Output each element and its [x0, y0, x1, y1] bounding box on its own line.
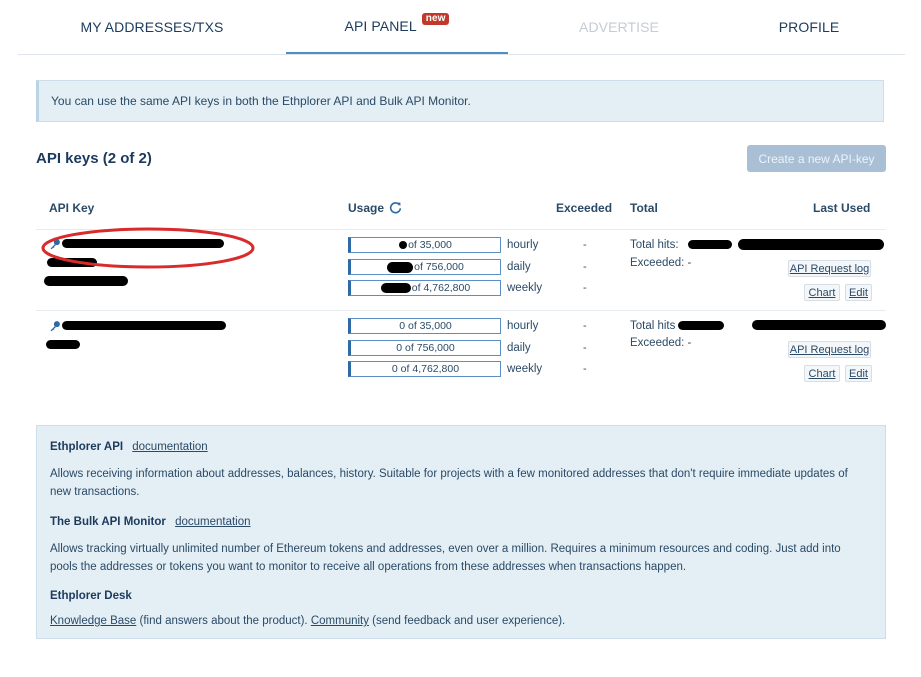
- community-text: (send feedback and user experience).: [368, 615, 566, 627]
- redacted-key: [44, 276, 128, 286]
- col-header-usage-label: Usage: [348, 201, 385, 215]
- redacted-total: [688, 240, 732, 249]
- tab-label: MY ADDRESSES/TXS: [80, 18, 224, 35]
- total-exceeded: Exceeded: -: [630, 337, 692, 349]
- exceeded-value: -: [583, 261, 587, 273]
- period-label: daily: [507, 342, 531, 354]
- new-badge: new: [421, 13, 450, 25]
- usage-hourly: 0 of 35,000: [348, 318, 501, 334]
- col-header-usage: Usage: [348, 201, 402, 215]
- exceeded-value: -: [583, 239, 587, 251]
- redacted-key: [46, 340, 80, 349]
- usage-daily: 0 of 756,000: [348, 340, 501, 356]
- api-request-log-button[interactable]: API Request log: [788, 260, 871, 277]
- bulk-api-title: The Bulk API Monitor documentation: [50, 516, 251, 528]
- highlight-ring: [41, 227, 255, 269]
- period-label: hourly: [507, 320, 539, 332]
- usage-weekly: 0 of 4,762,800: [348, 361, 501, 377]
- tab-advertise[interactable]: ADVERTISE: [508, 0, 730, 53]
- divider: [36, 310, 886, 311]
- refresh-icon[interactable]: [389, 201, 402, 214]
- ethplorer-api-title: Ethplorer API documentation: [50, 441, 208, 453]
- redacted-value: [380, 283, 411, 293]
- bulk-api-doc-link[interactable]: documentation: [175, 516, 250, 528]
- ethplorer-desk-links: Knowledge Base (find answers about the p…: [50, 612, 870, 630]
- edit-button[interactable]: Edit: [845, 284, 872, 301]
- bulk-api-description: Allows tracking virtually unlimited numb…: [50, 543, 841, 573]
- ethplorer-desk-title: Ethplorer Desk: [50, 590, 132, 602]
- tab-api-panel[interactable]: API PANEL new: [286, 0, 508, 54]
- period-label: hourly: [507, 239, 539, 251]
- knowledge-base-link[interactable]: Knowledge Base: [50, 615, 136, 627]
- ethplorer-api-description: Allows receiving information about addre…: [50, 468, 848, 498]
- period-label: weekly: [507, 363, 543, 375]
- period-label: daily: [507, 261, 531, 273]
- total-exceeded: Exceeded: -: [630, 257, 692, 269]
- col-header-exceeded: Exceeded: [556, 201, 613, 215]
- chart-button[interactable]: Chart: [804, 284, 840, 301]
- exceeded-value: -: [583, 282, 587, 294]
- usage-value: 0 of 4,762,800: [391, 363, 460, 375]
- period-label: weekly: [507, 282, 543, 294]
- top-tabs: MY ADDRESSES/TXS API PANEL new ADVERTISE…: [18, 0, 905, 55]
- info-banner: You can use the same API keys in both th…: [36, 80, 884, 122]
- bulk-api-heading: The Bulk API Monitor: [50, 516, 166, 528]
- usage-weekly: of 4,762,800: [348, 280, 501, 296]
- usage-value: of 35,000: [408, 239, 452, 251]
- redacted-key: [62, 321, 226, 330]
- banner-text: You can use the same API keys in both th…: [51, 94, 471, 108]
- exceeded-value: -: [583, 342, 587, 354]
- ethplorer-api-doc-link[interactable]: documentation: [132, 441, 207, 453]
- key-icon: [50, 321, 60, 332]
- col-header-total: Total: [630, 201, 658, 215]
- usage-value: 0 of 35,000: [399, 320, 452, 332]
- tab-label: ADVERTISE: [579, 18, 659, 35]
- exceeded-value: -: [583, 320, 587, 332]
- usage-value: of 756,000: [414, 261, 464, 273]
- create-api-key-button[interactable]: Create a new API-key: [747, 145, 886, 172]
- api-request-log-button[interactable]: API Request log: [788, 341, 871, 358]
- tab-my-addresses[interactable]: MY ADDRESSES/TXS: [18, 0, 286, 53]
- usage-value: 0 of 756,000: [396, 342, 455, 354]
- usage-hourly: of 35,000: [348, 237, 501, 253]
- redacted-last-used: [752, 320, 886, 330]
- usage-value: of 4,762,800: [411, 282, 471, 294]
- col-header-last-used: Last Used: [813, 201, 871, 215]
- redacted-value: [387, 261, 414, 273]
- usage-daily: of 756,000: [348, 259, 501, 275]
- chart-button[interactable]: Chart: [804, 365, 840, 382]
- info-panel: Ethplorer API documentation Allows recei…: [36, 425, 886, 639]
- community-link[interactable]: Community: [311, 615, 369, 627]
- knowledge-base-text: (find answers about the product).: [136, 615, 311, 627]
- total-hits: Total hits: [630, 320, 676, 332]
- tab-label: PROFILE: [778, 18, 840, 35]
- page-title: API keys (2 of 2): [36, 150, 152, 167]
- tab-label: API PANEL: [344, 18, 417, 34]
- total-hits: Total hits:: [630, 239, 679, 251]
- col-header-key: API Key: [49, 201, 95, 215]
- edit-button[interactable]: Edit: [845, 365, 872, 382]
- tab-profile[interactable]: PROFILE: [730, 0, 888, 53]
- redacted-value: [399, 241, 408, 249]
- ethplorer-api-heading: Ethplorer API: [50, 441, 124, 453]
- redacted-last-used: [738, 239, 884, 250]
- redacted-total: [678, 321, 724, 330]
- exceeded-value: -: [583, 363, 587, 375]
